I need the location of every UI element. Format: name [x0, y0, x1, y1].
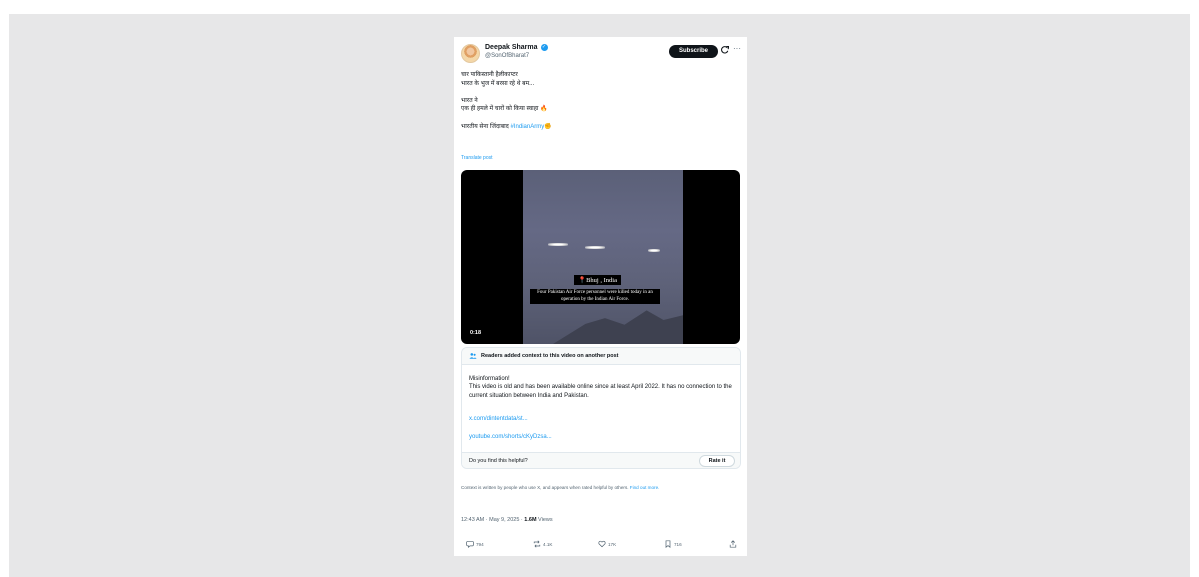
views-label: Views: [536, 517, 553, 523]
grok-icon[interactable]: [721, 46, 729, 54]
tweet-card: Deepak Sharma ✓ @SonOfBharat7 Subscribe …: [454, 37, 747, 556]
people-icon: [469, 353, 477, 359]
share-icon: [729, 540, 737, 548]
views-count: 1.6M: [524, 517, 537, 523]
rate-it-button[interactable]: Rate it: [699, 455, 735, 467]
helpful-question: Do you find this helpful?: [469, 458, 528, 464]
context-footer: Context is written by people who use X, …: [461, 485, 739, 491]
tweet-line: चार पाकिस्तानी हैलीकाप्टर: [461, 72, 518, 78]
find-out-more-link[interactable]: Find out more.: [630, 485, 660, 490]
repost-icon: [533, 540, 541, 548]
tweet-line-text: भारतीय सेना जिंदाबाद: [461, 123, 511, 130]
bookmark-button[interactable]: 716: [664, 540, 682, 548]
tweet-timestamp[interactable]: 12:43 AM · May 9, 2025 ·: [461, 517, 524, 523]
share-button[interactable]: [729, 540, 737, 548]
action-bar: 794 4.1K 17K 716: [461, 540, 740, 550]
author-handle[interactable]: @SonOfBharat7: [485, 53, 529, 59]
fist-emoji: ✊: [544, 123, 552, 130]
note-source-link[interactable]: x.com/dintentdata/st...: [469, 416, 528, 422]
avatar[interactable]: [461, 44, 480, 63]
context-footer-text: Context is written by people who use X, …: [461, 485, 630, 490]
note-rating-bar: Do you find this helpful? Rate it: [462, 452, 740, 468]
tweet-line: भारत ने: [461, 97, 478, 104]
like-button[interactable]: 17K: [598, 540, 616, 548]
subscribe-button[interactable]: Subscribe: [669, 45, 718, 58]
community-note: Readers added context to this video on a…: [461, 347, 741, 469]
video-duration: 0:18: [470, 330, 482, 336]
community-note-body: Misinformation! This video is old and ha…: [469, 375, 734, 400]
bookmark-icon: [665, 540, 671, 548]
reply-count: 794: [476, 541, 484, 547]
helicopter-light: [548, 243, 568, 246]
community-note-header: Readers added context to this video on a…: [462, 348, 740, 365]
tweet-meta: 12:43 AM · May 9, 2025 · 1.6M Views: [461, 517, 553, 523]
repost-button[interactable]: 4.1K: [533, 540, 552, 548]
author-display-name[interactable]: Deepak Sharma: [485, 44, 538, 51]
helicopter-light: [648, 249, 660, 252]
reply-icon: [466, 541, 474, 548]
verified-badge-icon: ✓: [540, 44, 548, 51]
reply-button[interactable]: 794: [466, 540, 484, 548]
video-player[interactable]: 📍Bhuj , India Four Pakistan Air Force pe…: [461, 170, 740, 344]
tweet-line: भारत के भुज में बरसा रहे थे बम...: [461, 80, 535, 87]
pin-icon: 📍: [578, 277, 587, 284]
video-location-text: Bhuj , India: [586, 277, 617, 284]
tweet-text: चार पाकिस्तानी हैलीकाप्टर भारत के भुज मे…: [461, 71, 731, 131]
video-frame: [523, 170, 683, 344]
tweet-header: Deepak Sharma ✓ @SonOfBharat7 Subscribe …: [461, 44, 741, 64]
heart-icon: [598, 540, 606, 548]
author-name-line: Deepak Sharma ✓: [485, 44, 548, 51]
hashtag-link[interactable]: #IndianArmy: [511, 124, 545, 130]
translate-post-link[interactable]: Translate post: [461, 155, 493, 161]
helicopter-light: [585, 246, 605, 249]
video-caption: Four Pakistan Air Force personnel were k…: [530, 289, 660, 304]
note-text: Misinformation!: [469, 376, 510, 382]
repost-count: 4.1K: [543, 541, 553, 547]
video-location-tag: 📍Bhuj , India: [574, 275, 621, 285]
note-source-link[interactable]: youtube.com/shorts/cKyDzsa...: [469, 434, 552, 440]
note-text: This video is old and has been available…: [469, 384, 732, 399]
tweet-line: एक ही हमले में चारों को किया स्वाहा 🔥: [461, 106, 548, 113]
bookmark-count: 716: [674, 541, 682, 547]
like-count: 17K: [608, 541, 617, 547]
tweet-line: भारतीय सेना जिंदाबाद #IndianArmy✊: [461, 123, 731, 132]
more-options-icon[interactable]: ···: [733, 44, 741, 54]
community-note-title: Readers added context to this video on a…: [481, 353, 619, 359]
